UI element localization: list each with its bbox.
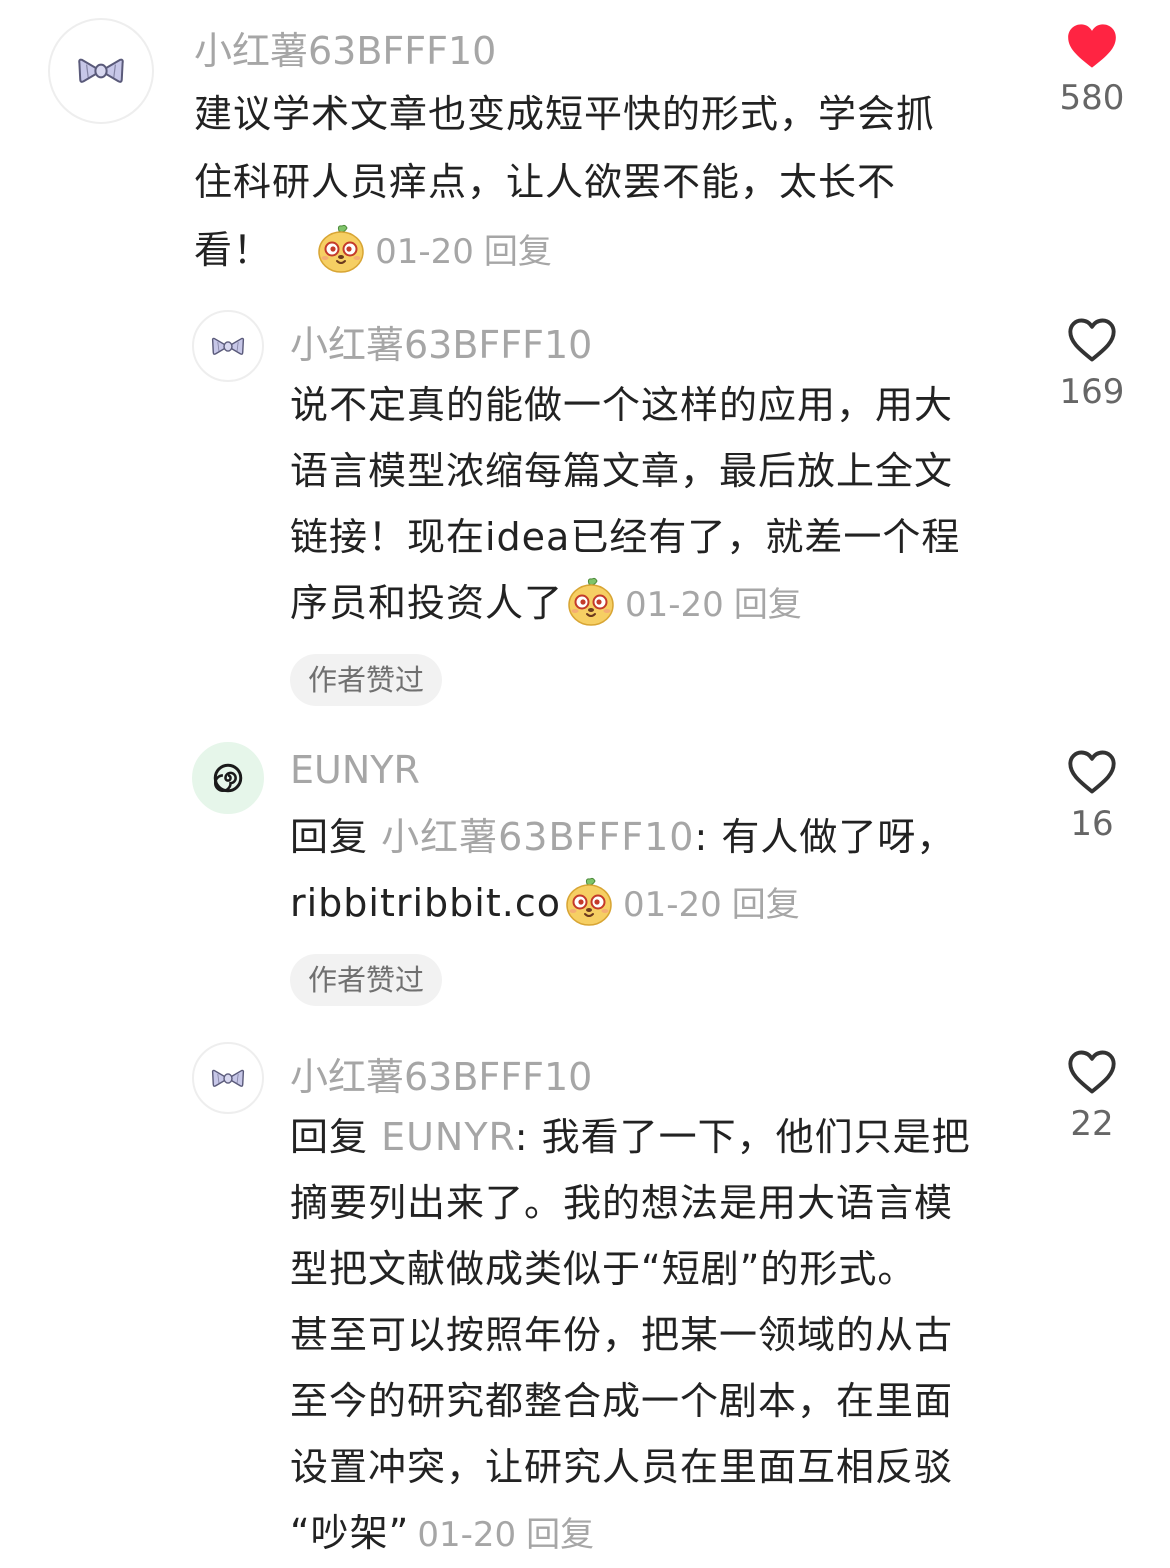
comment-date: 01-20: [375, 232, 474, 272]
comment-line: 序员和投资人了: [290, 581, 564, 625]
comment-username[interactable]: EUNYR: [290, 748, 420, 792]
like-button[interactable]: 22: [1022, 1048, 1162, 1144]
comment-line: 至今的研究都整合成一个剧本，在里面: [290, 1379, 954, 1423]
like-button[interactable]: 169: [1022, 316, 1162, 412]
comment-line: : 有人做了呀，: [694, 815, 956, 859]
avatar[interactable]: [48, 18, 154, 124]
bow-tie-icon: [77, 55, 125, 87]
comment-username[interactable]: 小红薯63BFFF10: [290, 1046, 592, 1101]
comment-line: 甚至可以按照年份，把某一领域的从古: [290, 1313, 954, 1357]
like-button[interactable]: 16: [1022, 748, 1162, 844]
comment-date: 01-20: [625, 585, 724, 625]
comment-line: 住科研人员痒点，让人欲罢不能，太长不: [194, 160, 897, 204]
comment-last-line: “吵架” 01-20 回复: [290, 1500, 971, 1568]
comment-line: 设置冲突，让研究人员在里面互相反驳: [290, 1445, 954, 1489]
reply-prefix: 回复: [290, 815, 382, 859]
smiling-potato-emoji-icon: [315, 223, 367, 275]
like-button[interactable]: 580: [1022, 22, 1162, 118]
reply-button[interactable]: 回复: [732, 885, 800, 925]
comment-line: : 我看了一下，他们只是把: [514, 1115, 971, 1159]
reply-prefix: 回复: [290, 1115, 382, 1159]
comment-line: 说不定真的能做一个这样的应用，用大: [290, 383, 954, 427]
comment-last-line: 序员和投资人了 01-20 回复: [290, 570, 960, 638]
mention-link[interactable]: 小红薯63BFFF10: [381, 815, 694, 859]
comment-line: 建议学术文章也变成短平快的形式，学会抓: [194, 92, 936, 136]
avatar[interactable]: [192, 742, 264, 814]
comment-line: 链接！现在idea已经有了，就差一个程: [290, 515, 961, 559]
comment-text[interactable]: 说不定真的能做一个这样的应用，用大 语言模型浓缩每篇文章，最后放上全文 链接！现…: [290, 372, 960, 638]
heart-filled-icon: [1068, 24, 1116, 68]
bow-tie-icon: [211, 335, 245, 358]
comment-date: 01-20: [417, 1515, 517, 1555]
heart-outline-icon: [1068, 318, 1116, 362]
comment-line: “吵架”: [290, 1511, 410, 1555]
author-liked-badge: 作者赞过: [290, 654, 443, 706]
author-liked-badge: 作者赞过: [290, 954, 443, 1006]
like-count: 580: [1059, 78, 1125, 118]
smiling-potato-emoji-icon: [565, 576, 617, 628]
comment-line: ribbitribbit.co: [290, 881, 561, 925]
comment-username[interactable]: 小红薯63BFFF10: [194, 20, 496, 75]
avatar[interactable]: [192, 1042, 264, 1114]
comment-line: 看！: [194, 228, 273, 272]
reply-button[interactable]: 回复: [734, 585, 802, 625]
comment-line: 摘要列出来了。我的想法是用大语言模: [290, 1181, 954, 1225]
comment-last-line: ribbitribbit.co 01-20 回复: [290, 870, 955, 938]
like-count: 169: [1059, 372, 1125, 412]
bow-tie-icon: [211, 1067, 245, 1090]
mention-link[interactable]: EUNYR: [381, 1115, 515, 1159]
comment-text[interactable]: 回复 EUNYR: 我看了一下，他们只是把 摘要列出来了。我的想法是用大语言模 …: [290, 1104, 971, 1568]
heart-outline-icon: [1068, 750, 1116, 794]
swirl-icon: [211, 761, 245, 795]
comment-first-line: 回复 小红薯63BFFF10: 有人做了呀，: [290, 804, 955, 870]
reply-button[interactable]: 回复: [526, 1515, 594, 1555]
like-count: 22: [1070, 1104, 1114, 1144]
smiling-potato-emoji-icon: [563, 876, 615, 928]
comment-username[interactable]: 小红薯63BFFF10: [290, 314, 592, 369]
comment-last-line: 看！ 01-20 回复: [194, 216, 935, 286]
comment-line: 型把文献做成类似于“短剧”的形式。: [290, 1247, 917, 1291]
comment-first-line: 回复 EUNYR: 我看了一下，他们只是把: [290, 1104, 971, 1170]
avatar[interactable]: [192, 310, 264, 382]
comment-text[interactable]: 回复 小红薯63BFFF10: 有人做了呀， ribbitribbit.co 01…: [290, 804, 955, 938]
heart-outline-icon: [1068, 1050, 1116, 1094]
reply-button[interactable]: 回复: [484, 232, 552, 272]
comment-date: 01-20: [622, 885, 722, 925]
comment-line: 语言模型浓缩每篇文章，最后放上全文: [290, 449, 954, 493]
comment-text[interactable]: 建议学术文章也变成短平快的形式，学会抓 住科研人员痒点，让人欲罢不能，太长不 看…: [194, 80, 935, 286]
like-count: 16: [1070, 804, 1114, 844]
